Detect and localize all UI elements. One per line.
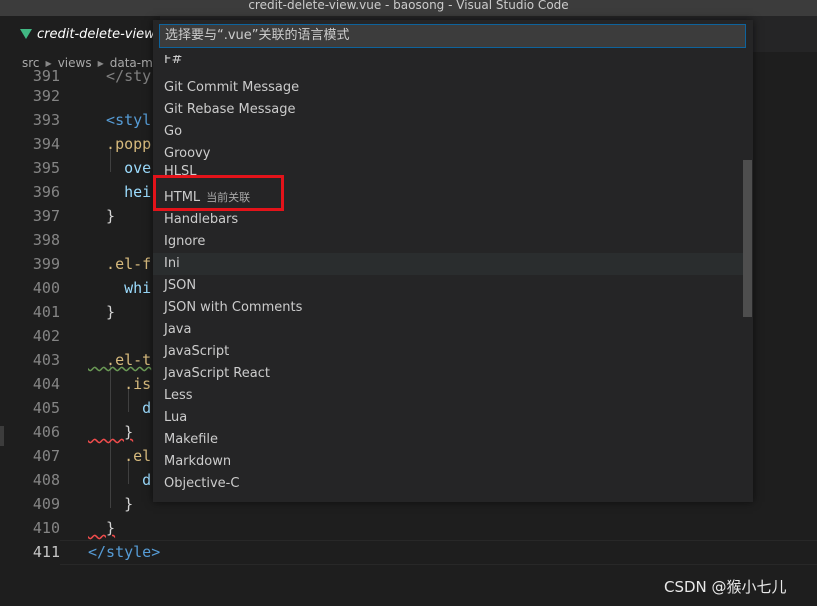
code-text: hei [88, 183, 152, 201]
code-text: .popp [88, 135, 152, 153]
line-number: 408 [32, 471, 60, 489]
language-item[interactable]: Java [153, 319, 743, 341]
annotation-highlight-box [153, 175, 284, 211]
watermark: CSDN @猴小七儿 [664, 578, 787, 596]
line-number: 410 [32, 519, 60, 537]
language-item-hovered[interactable]: Ini [153, 253, 743, 275]
line-number: 401 [32, 303, 60, 321]
language-mode-picker: 选择要与“.vue”关联的语言模式 F# Git Commit Message … [153, 20, 753, 502]
code-text: d [88, 471, 152, 489]
language-item[interactable]: Go [153, 121, 743, 143]
code-text: .is [88, 375, 152, 393]
window-title-bar: credit-delete-view.vue - baosong - Visua… [0, 0, 817, 16]
line-number: 411 [32, 543, 60, 561]
line-number: 397 [32, 207, 60, 225]
language-item-label: JavaScript [164, 344, 230, 359]
language-item[interactable]: JavaScript React [153, 363, 743, 385]
language-item[interactable]: JSON with Comments [153, 297, 743, 319]
language-item-label: Makefile [164, 432, 219, 447]
language-item-label: Ignore [164, 234, 206, 249]
language-item-label: Markdown [164, 454, 232, 469]
language-item-label: Handlebars [164, 212, 239, 227]
language-item-label: Objective-C [164, 476, 240, 491]
line-number: 403 [32, 351, 60, 369]
line-number: 406 [32, 423, 60, 441]
code-text: ove [88, 159, 152, 177]
window-title: credit-delete-view.vue - baosong - Visua… [248, 0, 569, 12]
language-item[interactable]: Less [153, 385, 743, 407]
line-number: 409 [32, 495, 60, 513]
code-line: 410 } [0, 516, 817, 540]
code-text: } [88, 519, 116, 537]
code-text: d [88, 399, 152, 417]
code-text: } [88, 303, 116, 321]
language-item-label: Git Commit Message [164, 80, 300, 95]
language-item[interactable]: Objective-C [153, 473, 743, 495]
language-item-label: JSON with Comments [164, 300, 303, 315]
language-item[interactable]: Lua [153, 407, 743, 429]
code-text: } [88, 207, 116, 225]
line-number: 395 [32, 159, 60, 177]
code-text: <styl [88, 111, 152, 129]
line-number: 399 [32, 255, 60, 273]
code-text: } [88, 423, 134, 441]
code-text: whi [88, 279, 152, 297]
language-item[interactable]: F# [153, 55, 743, 71]
code-text: </style> [88, 543, 161, 561]
language-item[interactable]: JavaScript [153, 341, 743, 363]
list-scrollbar[interactable] [743, 160, 752, 317]
language-item[interactable]: Groovy [153, 143, 743, 165]
vue-file-icon [20, 29, 32, 39]
code-text: .el-f [88, 255, 152, 273]
language-item-label: Lua [164, 410, 188, 425]
language-item-label: Java [164, 322, 192, 337]
language-item[interactable]: Git Commit Message [153, 77, 743, 99]
language-item-label: JavaScript React [164, 366, 270, 381]
language-item-label: Groovy [164, 146, 211, 161]
line-number: 393 [32, 111, 60, 129]
language-item-label: Ini [164, 256, 180, 271]
language-item-label: Go [164, 124, 183, 139]
language-item-label: Less [164, 388, 193, 403]
language-item[interactable]: Handlebars [153, 209, 743, 231]
current-line-highlight [60, 540, 817, 565]
line-number: 398 [32, 231, 60, 249]
line-number: 392 [32, 87, 60, 105]
language-list: F# Git Commit Message Git Rebase Message… [153, 55, 753, 499]
code-line-current: 411 </style> [0, 540, 817, 565]
language-item-label: Git Rebase Message [164, 102, 296, 117]
language-item[interactable]: Ignore [153, 231, 743, 253]
language-item[interactable]: Git Rebase Message [153, 99, 743, 121]
language-item-label: JSON [164, 278, 197, 293]
line-number: 400 [32, 279, 60, 297]
line-number: 396 [32, 183, 60, 201]
code-text: } [88, 495, 134, 513]
line-number: 407 [32, 447, 60, 465]
line-number: 402 [32, 327, 60, 345]
editor-tab-label: credit-delete-view.vue [37, 26, 160, 42]
language-item[interactable]: JSON [153, 275, 743, 297]
language-item[interactable]: Makefile [153, 429, 743, 451]
language-item[interactable]: Markdown [153, 451, 743, 473]
code-text: .el-t [88, 351, 152, 369]
line-number: 394 [32, 135, 60, 153]
line-number: 404 [32, 375, 60, 393]
editor-tab[interactable]: credit-delete-view.vue [0, 16, 160, 52]
code-text: .el [88, 447, 152, 465]
line-number: 405 [32, 399, 60, 417]
language-item-label: F# [164, 55, 183, 67]
language-search-input[interactable]: 选择要与“.vue”关联的语言模式 [159, 24, 746, 48]
